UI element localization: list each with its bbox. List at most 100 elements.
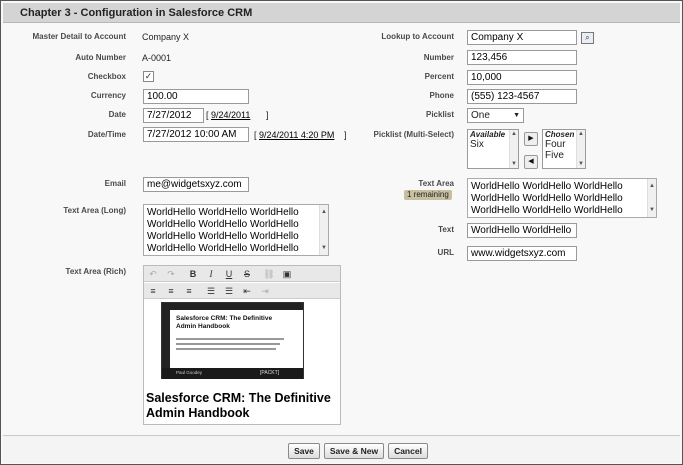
text-label: Text [438,225,454,234]
url-label: URL [437,248,454,257]
auto-number-value: A-0001 [142,53,172,63]
publisher-logo: [PACKT] [260,370,280,376]
text-area-rich-label: Text Area (Rich) [65,267,126,276]
remove-arrow-button[interactable]: ◀ [524,155,538,169]
underline-icon[interactable]: U [222,268,236,280]
book-blurb-lines [176,338,284,350]
text-line: WorldHello WorldHello WorldHello [471,205,623,216]
book-cover-image: Salesforce CRM: The Definitive Admin Han… [161,302,304,379]
datetime-now-link[interactable]: 9/24/2011 4:20 PM [259,130,334,140]
text-area-long-input[interactable]: WorldHello WorldHello WorldHello WorldHe… [143,204,329,256]
book-cover-title: Salesforce CRM: The Definitive Admin Han… [176,315,272,331]
book-top-band [162,303,303,310]
book-title-line: Salesforce CRM: The Definitive [176,315,273,322]
number-input[interactable]: 123,456 [467,50,577,65]
scroll-down-icon[interactable]: ▼ [649,204,655,216]
cancel-button[interactable]: Cancel [388,443,428,459]
datetime-bracket-open: [ [254,130,257,140]
percent-label: Percent [424,72,454,81]
text-input[interactable]: WorldHello WorldHello [467,223,577,238]
strikethrough-icon[interactable]: S [240,268,254,280]
url-input[interactable]: www.widgetsxyz.com [467,246,577,261]
picklist-label: Picklist [425,110,454,119]
date-bracket-close: ] [266,110,269,120]
redo-icon[interactable]: ↷ [164,268,178,280]
scrollbar[interactable]: ▲ ▼ [509,130,518,168]
chosen-list[interactable]: Chosen Four Five ▲ ▼ [542,129,586,169]
multiselect-label: Picklist (Multi-Select) [373,130,454,139]
numbered-list-icon[interactable]: ☰ [222,285,236,297]
currency-label: Currency [90,91,126,100]
link-icon[interactable]: ⛓ [262,268,276,280]
add-arrow-button[interactable]: ▶ [524,132,538,146]
master-detail-value: Company X [142,32,190,42]
scroll-down-icon[interactable]: ▼ [578,161,584,167]
remaining-badge: 1 remaining [404,190,452,200]
chevron-down-icon: ▼ [513,112,520,119]
rte-toolbar-row-1: ↶ ↷ B I U S ⛓ ▣ [144,266,340,282]
outdent-icon[interactable]: ⇤ [240,285,254,297]
heading-line: Salesforce CRM: The Definitive [146,391,331,405]
bullet-list-icon[interactable]: ☰ [204,285,218,297]
text-line: WorldHello WorldHello WorldHello [471,181,623,192]
rich-text-editor[interactable]: ↶ ↷ B I U S ⛓ ▣ ≡ ≡ ≡ ☰ ☰ ⇤ ⇥ Salesforce… [143,265,341,425]
scrollbar[interactable]: ▲ ▼ [647,179,656,217]
number-label: Number [423,53,454,62]
text-line: WorldHello WorldHello WorldHello [147,219,299,230]
picklist-select[interactable]: One ▼ [467,108,524,123]
email-input[interactable]: me@widgetsxyz.com [143,177,249,192]
align-center-icon[interactable]: ≡ [164,285,178,297]
picklist-selected-value: One [471,110,490,121]
text-line: WorldHello WorldHello WorldHello [147,243,299,254]
scroll-down-icon[interactable]: ▼ [321,242,327,254]
date-bracket-open: [ [206,110,209,120]
italic-icon[interactable]: I [204,268,218,280]
text-line: WorldHello WorldHello WorldHello [147,231,299,242]
save-and-new-button[interactable]: Save & New [324,443,384,459]
scroll-down-icon[interactable]: ▼ [511,161,517,167]
image-icon[interactable]: ▣ [280,268,294,280]
book-cover-blurb [176,337,296,356]
book-title-line: Admin Handbook [176,323,230,330]
checkbox-label: Checkbox [87,72,126,81]
scrollbar[interactable]: ▲ ▼ [576,130,585,168]
percent-input[interactable]: 10,000 [467,70,577,85]
button-bar: Save Save & New Cancel [3,435,680,463]
scroll-up-icon[interactable]: ▲ [321,206,327,218]
align-left-icon[interactable]: ≡ [146,285,160,297]
date-today-link[interactable]: 9/24/2011 [211,110,250,120]
edit-page-frame: Chapter 3 - Configuration in Salesforce … [0,0,683,465]
undo-icon[interactable]: ↶ [146,268,160,280]
phone-label: Phone [429,91,454,100]
text-area-label: Text Area [418,179,454,188]
datetime-label: Date/Time [87,130,126,139]
save-button[interactable]: Save [288,443,320,459]
datetime-input[interactable]: 7/27/2012 10:00 AM [143,127,249,142]
book-author: Paul Goodey [176,370,203,375]
lookup-input[interactable]: Company X [467,30,577,45]
indent-icon[interactable]: ⇥ [258,285,272,297]
book-side-band [162,310,170,368]
rich-text-heading: Salesforce CRM: The Definitive Admin Han… [146,391,331,421]
phone-input[interactable]: (555) 123-4567 [467,89,577,104]
scroll-up-icon[interactable]: ▲ [578,131,584,137]
heading-line: Admin Handbook [146,406,250,420]
available-list[interactable]: Available Six ▲ ▼ [467,129,519,169]
lookup-label: Lookup to Account [381,32,454,41]
text-line: WorldHello WorldHello WorldHello [147,207,299,218]
checkbox-field[interactable]: ✓ [143,71,154,82]
date-input[interactable]: 7/27/2012 [143,108,204,123]
bold-icon[interactable]: B [186,268,200,280]
text-area-input[interactable]: WorldHello WorldHello WorldHello WorldHe… [467,178,657,218]
rte-toolbar-row-2: ≡ ≡ ≡ ☰ ☰ ⇤ ⇥ [144,283,340,299]
lookup-search-icon[interactable]: ⌕ [581,32,594,44]
section-header: Chapter 3 - Configuration in Salesforce … [3,3,680,23]
currency-input[interactable]: 100.00 [143,89,249,104]
scrollbar[interactable]: ▲ ▼ [319,205,328,255]
text-line: WorldHello WorldHello WorldHello [471,193,623,204]
date-label: Date [108,110,126,119]
scroll-up-icon[interactable]: ▲ [649,180,655,192]
scroll-up-icon[interactable]: ▲ [511,131,517,137]
master-detail-label: Master Detail to Account [32,32,127,41]
align-right-icon[interactable]: ≡ [182,285,196,297]
